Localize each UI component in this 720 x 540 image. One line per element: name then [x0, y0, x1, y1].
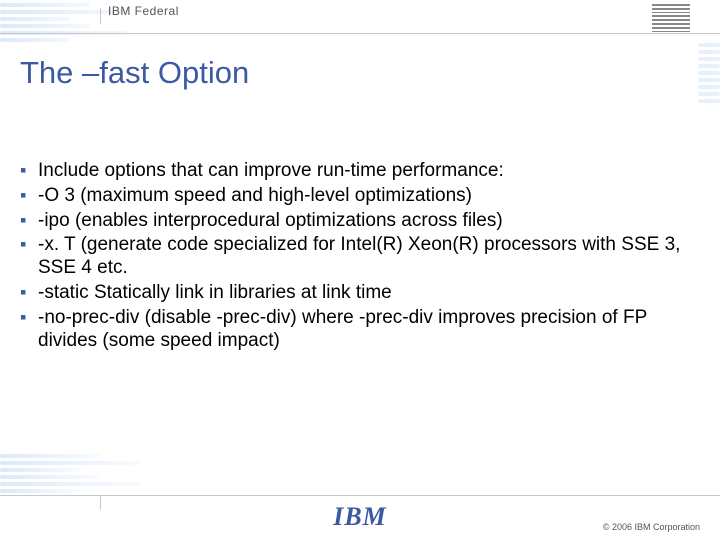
list-item: -x. T (generate code specialized for Int…: [20, 234, 690, 280]
header: IBM Federal: [0, 8, 720, 34]
bullet-text: -no-prec-div (disable -prec-div) where -…: [38, 307, 647, 351]
header-divider: [100, 8, 101, 24]
bullet-text: -ipo (enables interprocedural optimizati…: [38, 210, 503, 231]
list-item: -no-prec-div (disable -prec-div) where -…: [20, 307, 690, 353]
list-item: -static Statically link in libraries at …: [20, 282, 690, 305]
watermark-bottom-left: [0, 451, 150, 496]
footer-copyright: © 2006 IBM Corporation: [603, 522, 700, 532]
page-title: The –fast Option: [20, 55, 249, 91]
list-item: -O 3 (maximum speed and high-level optim…: [20, 185, 690, 208]
footer: IBM © 2006 IBM Corporation: [0, 495, 720, 540]
bullet-text: Include options that can improve run-tim…: [38, 160, 504, 181]
header-label: IBM Federal: [108, 4, 179, 18]
list-item: -ipo (enables interprocedural optimizati…: [20, 210, 690, 233]
bullet-text: -O 3 (maximum speed and high-level optim…: [38, 185, 472, 206]
bullet-text: -x. T (generate code specialized for Int…: [38, 234, 680, 278]
ibm-logo-icon: [652, 4, 690, 32]
slide: IBM Federal The –fast Option Include opt…: [0, 0, 720, 540]
footer-divider: [100, 496, 101, 510]
watermark-right: [698, 40, 720, 140]
bullet-text: -static Statically link in libraries at …: [38, 282, 392, 303]
footer-logo: IBM: [333, 502, 387, 532]
body-content: Include options that can improve run-tim…: [20, 160, 690, 354]
list-item: Include options that can improve run-tim…: [20, 160, 690, 183]
